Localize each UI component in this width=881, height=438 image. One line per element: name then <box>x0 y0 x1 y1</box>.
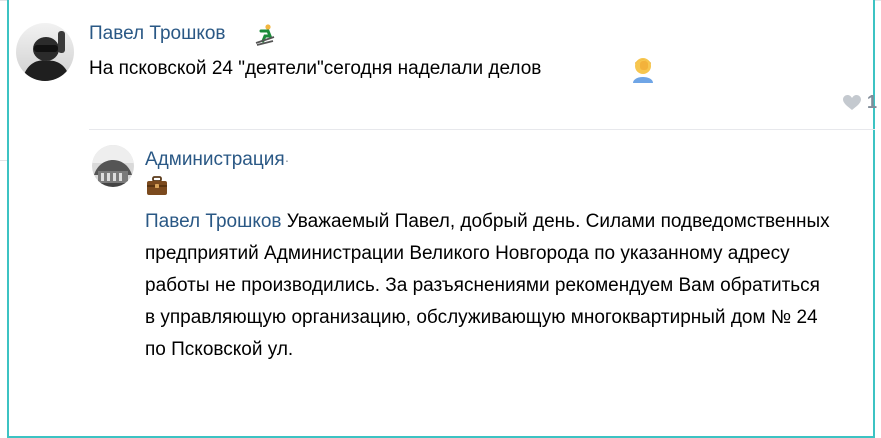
reply-author-link[interactable]: Администрация· <box>145 149 289 171</box>
like-count: 1 <box>867 92 878 112</box>
avatar[interactable] <box>16 23 74 81</box>
reply-author-name[interactable]: Администрация <box>145 149 285 170</box>
reply-mention-link[interactable]: Павел Трошков <box>145 211 282 232</box>
reply-divider <box>89 129 875 130</box>
comment-text-content: На псковской 24 "деятели"сегодня наделал… <box>89 58 542 79</box>
person-facepalm-icon <box>630 55 656 83</box>
avatar[interactable] <box>92 145 134 187</box>
briefcase-icon <box>146 176 168 196</box>
reply-text-content: Уважаемый Павел, добрый день. Силами под… <box>145 211 830 360</box>
comment-author-link[interactable]: Павел Трошков <box>89 23 226 45</box>
heart-icon <box>843 94 861 110</box>
skier-icon <box>253 23 277 47</box>
administration-building-avatar-icon <box>92 145 134 187</box>
comment-text: На псковской 24 "деятели"сегодня наделал… <box>89 53 789 85</box>
like-button[interactable]: 1 <box>843 92 877 113</box>
comment-thread-highlight: Павел Трошков На псковской 24 "деятели"с… <box>7 0 877 438</box>
comment-author-name[interactable]: Павел Трошков <box>89 23 226 44</box>
reply-author-dot: · <box>284 152 290 168</box>
user-avatar-photo-icon <box>16 23 74 81</box>
reply-text: Павел Трошков Уважаемый Павел, добрый де… <box>145 206 835 366</box>
